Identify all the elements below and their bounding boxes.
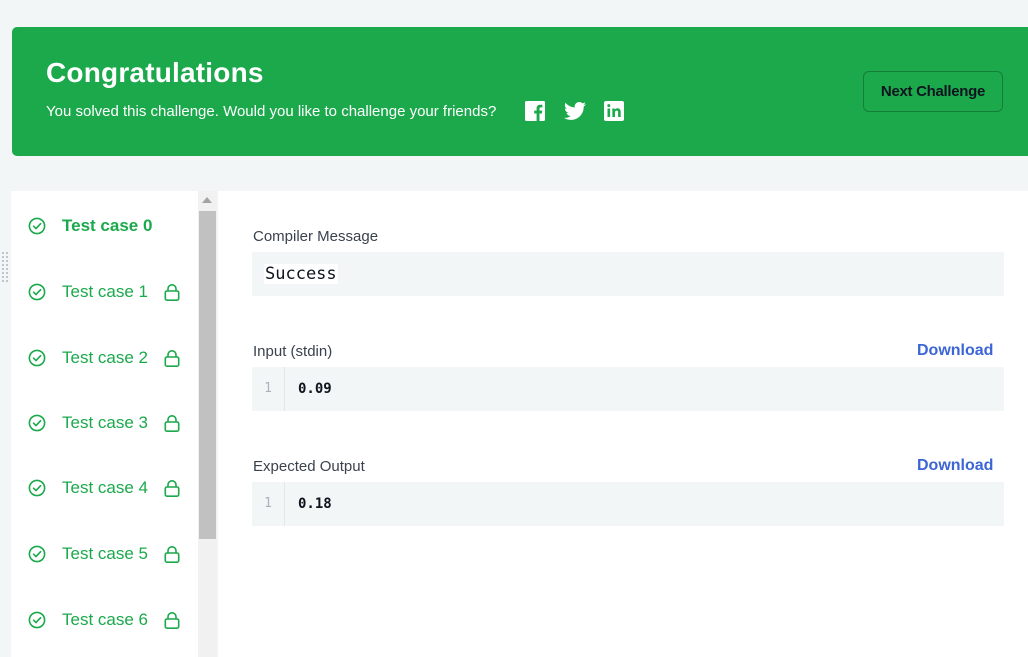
- next-challenge-button[interactable]: Next Challenge: [863, 71, 1003, 112]
- test-case-label: Test case 2: [62, 348, 148, 367]
- test-case-item[interactable]: Test case 4: [11, 467, 198, 507]
- scroll-up-arrow-icon[interactable]: [202, 197, 212, 203]
- lock-icon: [164, 612, 180, 629]
- input-value: 0.09: [298, 381, 332, 397]
- linkedin-icon[interactable]: [602, 99, 626, 123]
- expected-output-code-box: 1 0.18: [252, 482, 1004, 526]
- test-case-details: Compiler Message Success Input (stdin) D…: [218, 191, 1028, 657]
- test-case-item[interactable]: Test case 5: [11, 533, 198, 573]
- test-case-item[interactable]: Test case 6: [11, 599, 198, 639]
- banner-title: Congratulations: [46, 57, 264, 88]
- check-circle-icon: [28, 283, 46, 301]
- expected-output-value: 0.18: [298, 496, 332, 512]
- line-number: 1: [252, 482, 285, 526]
- check-circle-icon: [28, 545, 46, 563]
- lock-icon: [164, 350, 180, 367]
- test-case-item[interactable]: Test case 3: [11, 402, 198, 442]
- test-case-item[interactable]: Test case 2: [11, 337, 198, 377]
- lock-icon: [164, 284, 180, 301]
- check-circle-icon: [28, 414, 46, 432]
- test-case-label: Test case 3: [62, 413, 148, 432]
- check-circle-icon: [28, 611, 46, 629]
- scrollbar-thumb[interactable]: [199, 211, 216, 539]
- success-banner: Congratulations You solved this challeng…: [12, 27, 1028, 156]
- compiler-message-label: Compiler Message: [253, 228, 379, 245]
- lock-icon: [164, 415, 180, 432]
- check-circle-icon: [28, 217, 46, 235]
- test-case-item[interactable]: Test case 1: [11, 271, 198, 311]
- check-circle-icon: [28, 479, 46, 497]
- expected-output-label: Expected Output: [253, 458, 365, 475]
- input-code-box: 1 0.09: [252, 367, 1004, 411]
- check-circle-icon: [28, 349, 46, 367]
- test-case-label: Test case 5: [62, 544, 148, 563]
- banner-subtitle: You solved this challenge. Would you lik…: [46, 103, 497, 120]
- test-case-list: Test case 0 Test case 1 Test case 2 Test…: [11, 191, 198, 657]
- twitter-icon[interactable]: [563, 99, 587, 123]
- line-number: 1: [252, 367, 285, 411]
- lock-icon: [164, 480, 180, 497]
- resize-grip[interactable]: [2, 252, 8, 286]
- compiler-message-box: Success: [252, 252, 1004, 296]
- lock-icon: [164, 546, 180, 563]
- input-download-link[interactable]: Download: [917, 342, 993, 360]
- facebook-icon[interactable]: [523, 99, 547, 123]
- test-case-item[interactable]: Test case 0: [11, 205, 198, 245]
- test-case-label: Test case 1: [62, 282, 148, 301]
- test-case-label: Test case 0: [62, 216, 153, 235]
- compiler-message-text: Success: [264, 264, 338, 284]
- input-label: Input (stdin): [253, 343, 333, 360]
- expected-output-download-link[interactable]: Download: [917, 457, 993, 475]
- test-case-label: Test case 6: [62, 610, 148, 629]
- test-case-label: Test case 4: [62, 478, 148, 497]
- sidebar-scrollbar[interactable]: [198, 191, 217, 657]
